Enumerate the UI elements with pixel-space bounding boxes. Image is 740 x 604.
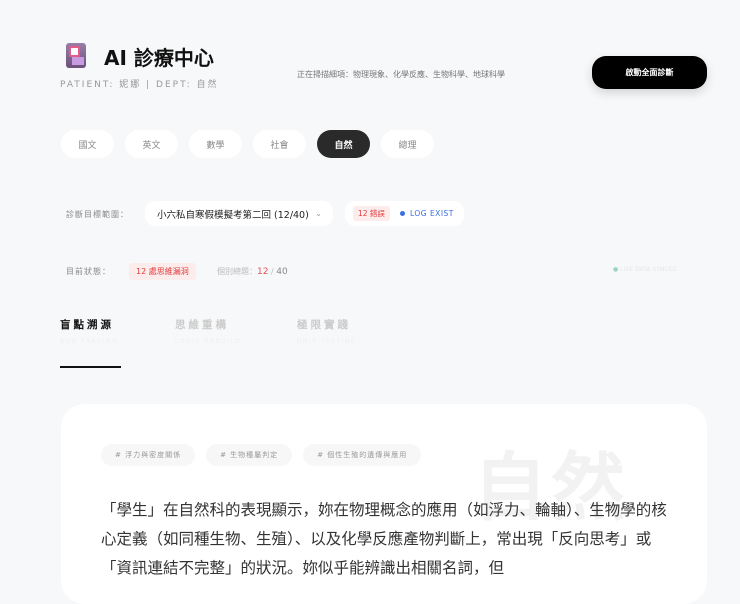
page-title: AI 診療中心: [104, 46, 214, 70]
tab-math[interactable]: 數學: [189, 130, 242, 158]
question-count: 個別總題：12 / 40: [217, 267, 288, 277]
status-label: 目前狀態：: [66, 267, 111, 276]
gap-badge: 12 處思維漏洞: [129, 263, 196, 280]
tab-english[interactable]: 英文: [125, 130, 178, 158]
subject-tabs: 國文 英文 數學 社會 自然 總理: [61, 130, 434, 158]
sync-status: LIVE DATA SYNCED: [613, 266, 677, 273]
tab-science[interactable]: 自然: [317, 130, 370, 158]
scanning-status: 正在掃描細項：物理現象、化學反應、生物科學、地球科學: [297, 70, 505, 79]
topic-tag[interactable]: # 浮力與密度關係: [101, 444, 196, 466]
mode-tab-logic-rebuild[interactable]: 思維重構 LOGIC REBUILD: [175, 317, 241, 345]
launch-diagnosis-button[interactable]: 啟動全面診斷: [592, 56, 707, 89]
error-badge: 12 錯誤: [353, 206, 390, 221]
diagnosis-card: 自然 # 浮力與密度關係 # 生物種屬判定 # 個性生殖的遺傳與應用 「學生」在…: [61, 404, 707, 604]
tab-overall[interactable]: 總理: [381, 130, 434, 158]
exam-select[interactable]: 小六私自寒假模擬考第二回 (12/40) ⌄: [145, 201, 333, 226]
topic-tag[interactable]: # 生物種屬判定: [206, 444, 293, 466]
exam-select-value: 小六私自寒假模擬考第二回 (12/40): [157, 209, 309, 221]
patient-info: PATIENT: 妮娜 | DEPT: 自然: [60, 80, 219, 90]
log-status: LOG EXIST: [399, 209, 454, 218]
diagnosis-text: 「學生」在自然科的表現顯示，妳在物理概念的應用（如浮力、輪軸）、生物學的核心定義…: [101, 501, 667, 577]
clinic-logo-icon: [66, 43, 86, 68]
mode-tab-bug-tracing[interactable]: 盲點溯源 BUG TRACING: [60, 317, 118, 345]
log-status-box: 12 錯誤 LOG EXIST: [345, 201, 464, 226]
tab-social[interactable]: 社會: [253, 130, 306, 158]
chevron-down-icon: ⌄: [315, 209, 322, 218]
tab-chinese[interactable]: 國文: [61, 130, 114, 158]
mode-tab-unit-testing[interactable]: 極限實踐 UNIT TESTING: [297, 317, 357, 345]
active-tab-indicator: [60, 366, 121, 368]
range-label: 診斷目標範圍：: [66, 210, 129, 219]
status-dot-icon: [399, 211, 405, 216]
topic-tag[interactable]: # 個性生殖的遺傳與應用: [303, 444, 422, 466]
